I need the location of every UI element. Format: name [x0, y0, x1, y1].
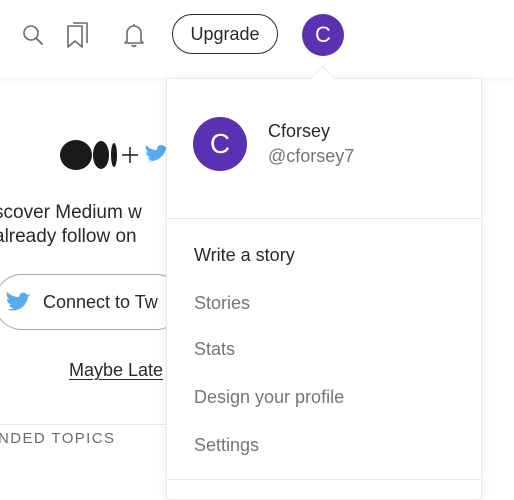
account-dropdown-menu: C Cforsey @cforsey7 Write a story Storie…	[166, 78, 482, 500]
connect-description-line-2: already follow on	[0, 226, 137, 247]
divider	[0, 424, 170, 425]
profile-handle: @cforsey7	[268, 146, 355, 166]
menu-item-stats[interactable]: Stats	[194, 339, 235, 360]
medium-twitter-logo	[59, 139, 169, 171]
recommended-topics-heading: NDED TOPICS	[0, 430, 116, 447]
menu-divider	[167, 218, 481, 219]
connect-to-twitter-button[interactable]: Connect to Tw	[0, 274, 184, 330]
menu-divider	[167, 479, 481, 480]
profile-name: Cforsey	[268, 121, 331, 141]
connect-description-line-1: scover Medium w	[0, 202, 142, 223]
upgrade-button[interactable]: Upgrade	[172, 14, 278, 54]
user-avatar-button[interactable]: C	[302, 14, 344, 56]
search-icon[interactable]	[20, 22, 46, 48]
maybe-later-link[interactable]: Maybe Late	[69, 360, 163, 381]
menu-item-stories[interactable]: Stories	[194, 293, 250, 314]
menu-item-settings[interactable]: Settings	[194, 435, 259, 456]
menu-item-write-a-story[interactable]: Write a story	[194, 245, 295, 266]
profile-summary[interactable]: C Cforsey @cforsey7	[193, 117, 354, 171]
notifications-bell-icon[interactable]	[120, 21, 148, 49]
connect-to-twitter-label: Connect to Tw	[43, 291, 158, 312]
menu-item-design-your-profile[interactable]: Design your profile	[194, 387, 344, 408]
top-navigation-bar: Upgrade C	[0, 0, 514, 78]
bookmarks-icon[interactable]	[64, 20, 92, 50]
connect-description: scover Medium w already follow on	[0, 201, 174, 249]
twitter-bird-icon	[5, 291, 31, 313]
avatar: C	[193, 117, 247, 171]
